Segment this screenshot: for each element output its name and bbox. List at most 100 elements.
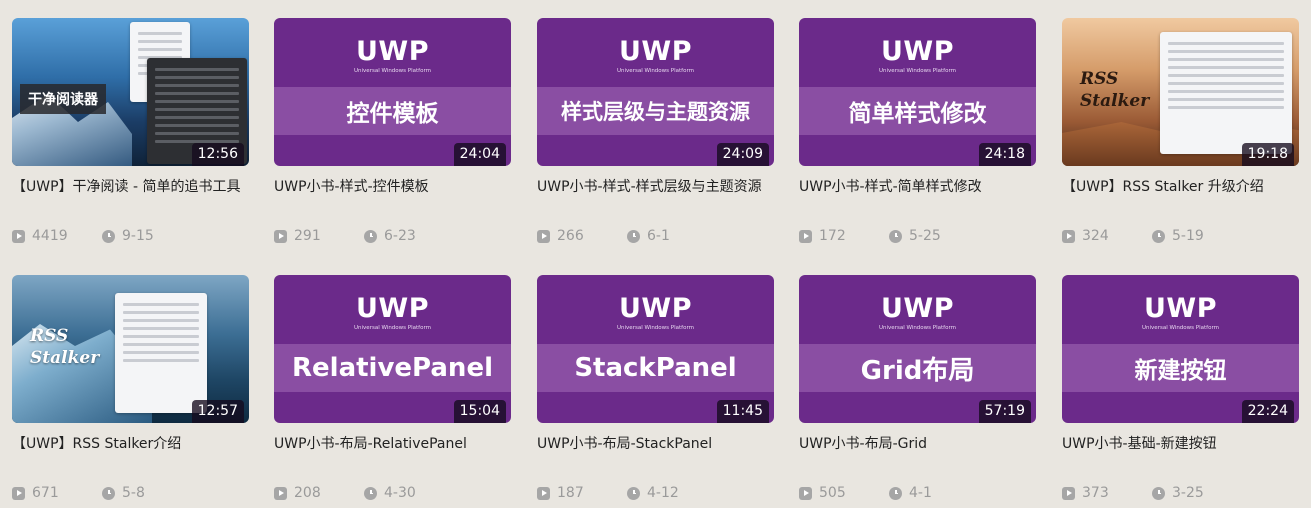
thumbnail-subheading: Universal Windows Platform: [617, 325, 694, 331]
video-duration: 24:04: [453, 143, 506, 166]
video-title[interactable]: UWP小书-布局-Grid: [799, 432, 1036, 480]
view-count: 373: [1082, 485, 1109, 501]
video-title[interactable]: UWP小书-样式-样式层级与主题资源: [537, 175, 774, 223]
play-count-icon: [799, 229, 812, 243]
video-card[interactable]: UWP Universal Windows Platform StackPane…: [537, 275, 774, 503]
clock-icon: [102, 486, 115, 500]
video-duration: 24:09: [716, 143, 769, 166]
thumbnail-subheading: Universal Windows Platform: [617, 68, 694, 74]
thumbnail-band: 控件模板: [274, 87, 511, 135]
video-duration: 24:18: [978, 143, 1031, 166]
video-title[interactable]: 【UWP】RSS Stalker介绍: [12, 432, 249, 480]
video-thumbnail[interactable]: 干净阅读器 12:56: [12, 18, 249, 166]
video-duration: 11:45: [716, 400, 769, 423]
video-title[interactable]: UWP小书-布局-StackPanel: [537, 432, 774, 480]
video-duration: 12:57: [191, 400, 244, 423]
video-duration: 57:19: [978, 400, 1031, 423]
video-thumbnail[interactable]: UWP Universal Windows Platform Grid布局 57…: [799, 275, 1036, 423]
thumbnail-subheading: Universal Windows Platform: [879, 68, 956, 74]
video-card[interactable]: RSS Stalker 19:18 【UWP】RSS Stalker 升级介绍 3…: [1062, 18, 1299, 246]
thumbnail-band: Grid布局: [799, 344, 1036, 392]
view-count: 208: [294, 485, 321, 501]
video-title[interactable]: UWP小书-样式-控件模板: [274, 175, 511, 223]
thumbnail-heading: UWP: [881, 293, 954, 324]
clock-icon: [1152, 229, 1165, 243]
video-duration: 15:04: [453, 400, 506, 423]
thumbnail-subheading: Universal Windows Platform: [354, 68, 431, 74]
video-thumbnail[interactable]: RSS Stalker 12:57: [12, 275, 249, 423]
view-count: 4419: [32, 228, 68, 244]
thumbnail-heading: UWP: [356, 36, 429, 67]
video-thumbnail[interactable]: UWP Universal Windows Platform 样式层级与主题资源…: [537, 18, 774, 166]
app-screenshot: [1160, 32, 1292, 154]
thumbnail-heading: UWP: [1144, 293, 1217, 324]
video-card[interactable]: UWP Universal Windows Platform 新建按钮 22:2…: [1062, 275, 1299, 503]
view-count: 324: [1082, 228, 1109, 244]
clock-icon: [102, 229, 115, 243]
thumbnail-caption: RSS Stalker: [30, 326, 100, 368]
video-card[interactable]: UWP Universal Windows Platform 控件模板 24:0…: [274, 18, 511, 246]
thumbnail-heading: UWP: [619, 293, 692, 324]
video-duration: 22:24: [1241, 400, 1294, 423]
clock-icon: [1152, 486, 1165, 500]
upload-date: 4-1: [909, 485, 932, 501]
view-count: 172: [819, 228, 846, 244]
view-count: 505: [819, 485, 846, 501]
view-count: 187: [557, 485, 584, 501]
thumbnail-heading: UWP: [881, 36, 954, 67]
upload-date: 9-15: [122, 228, 154, 244]
upload-date: 4-30: [384, 485, 416, 501]
video-title[interactable]: UWP小书-样式-简单样式修改: [799, 175, 1036, 223]
video-meta: 671 5-8: [12, 483, 249, 503]
video-thumbnail[interactable]: UWP Universal Windows Platform 简单样式修改 24…: [799, 18, 1036, 166]
play-count-icon: [1062, 229, 1075, 243]
video-meta: 324 5-19: [1062, 226, 1299, 246]
video-duration: 19:18: [1241, 143, 1294, 166]
video-title[interactable]: UWP小书-基础-新建按钮: [1062, 432, 1299, 480]
view-count: 291: [294, 228, 321, 244]
upload-date: 6-1: [647, 228, 670, 244]
clock-icon: [627, 486, 640, 500]
upload-date: 4-12: [647, 485, 679, 501]
video-thumbnail[interactable]: UWP Universal Windows Platform 控件模板 24:0…: [274, 18, 511, 166]
video-meta: 266 6-1: [537, 226, 774, 246]
upload-date: 5-25: [909, 228, 941, 244]
video-card[interactable]: 干净阅读器 12:56 【UWP】干净阅读 - 简单的追书工具 4419 9-1…: [12, 18, 249, 246]
video-thumbnail[interactable]: RSS Stalker 19:18: [1062, 18, 1299, 166]
video-card[interactable]: RSS Stalker 12:57 【UWP】RSS Stalker介绍 671 …: [12, 275, 249, 503]
video-card[interactable]: UWP Universal Windows Platform Grid布局 57…: [799, 275, 1036, 503]
thumbnail-subheading: Universal Windows Platform: [354, 325, 431, 331]
thumbnail-subheading: Universal Windows Platform: [1142, 325, 1219, 331]
thumbnail-band: StackPanel: [537, 344, 774, 392]
video-meta: 172 5-25: [799, 226, 1036, 246]
app-screenshot: [115, 293, 207, 413]
clock-icon: [889, 486, 902, 500]
video-card[interactable]: UWP Universal Windows Platform 简单样式修改 24…: [799, 18, 1036, 246]
play-count-icon: [12, 486, 25, 500]
video-meta: 187 4-12: [537, 483, 774, 503]
thumbnail-heading: UWP: [619, 36, 692, 67]
video-thumbnail[interactable]: UWP Universal Windows Platform RelativeP…: [274, 275, 511, 423]
upload-date: 5-19: [1172, 228, 1204, 244]
thumbnail-subheading: Universal Windows Platform: [879, 325, 956, 331]
upload-date: 6-23: [384, 228, 416, 244]
video-meta: 4419 9-15: [12, 226, 249, 246]
video-card[interactable]: UWP Universal Windows Platform 样式层级与主题资源…: [537, 18, 774, 246]
video-title[interactable]: UWP小书-布局-RelativePanel: [274, 432, 511, 480]
play-count-icon: [274, 486, 287, 500]
thumbnail-band: 简单样式修改: [799, 87, 1036, 135]
video-meta: 505 4-1: [799, 483, 1036, 503]
play-count-icon: [274, 229, 287, 243]
video-thumbnail[interactable]: UWP Universal Windows Platform 新建按钮 22:2…: [1062, 275, 1299, 423]
video-title[interactable]: 【UWP】干净阅读 - 简单的追书工具: [12, 175, 249, 223]
video-meta: 208 4-30: [274, 483, 511, 503]
play-count-icon: [537, 486, 550, 500]
video-meta: 291 6-23: [274, 226, 511, 246]
thumbnail-caption: RSS Stalker: [1080, 69, 1150, 111]
video-title[interactable]: 【UWP】RSS Stalker 升级介绍: [1062, 175, 1299, 223]
thumbnail-band: 样式层级与主题资源: [537, 87, 774, 135]
play-count-icon: [1062, 486, 1075, 500]
upload-date: 3-25: [1172, 485, 1204, 501]
video-card[interactable]: UWP Universal Windows Platform RelativeP…: [274, 275, 511, 503]
video-thumbnail[interactable]: UWP Universal Windows Platform StackPane…: [537, 275, 774, 423]
